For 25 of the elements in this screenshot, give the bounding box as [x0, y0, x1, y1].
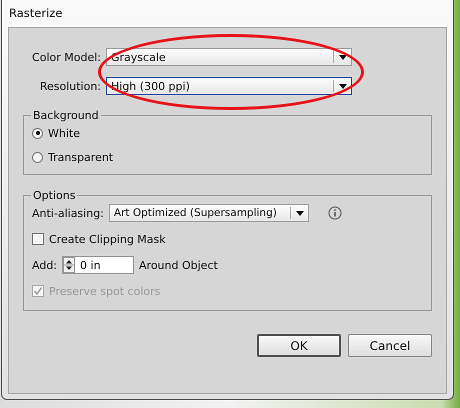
window-title: Rasterize [8, 5, 64, 22]
field-label: Color Model: [31, 50, 101, 64]
spin-field[interactable]: 0 in [62, 256, 134, 274]
info-icon[interactable] [328, 206, 342, 220]
radio-label: White [48, 126, 80, 140]
radio-button[interactable] [32, 128, 43, 138]
caret-icon [339, 84, 347, 88]
field-label: Add: [32, 258, 58, 272]
radio-button[interactable] [32, 152, 43, 162]
radio-label: Transparent [48, 150, 114, 164]
spinner-arrows-icon[interactable] [63, 257, 76, 273]
caret-icon [339, 54, 347, 60]
dialog-button[interactable]: Cancel [348, 334, 432, 357]
field-label: Anti-aliasing: [32, 206, 104, 220]
group-title: Options [32, 189, 76, 202]
dialog-button[interactable]: OK [257, 334, 341, 357]
dropdown[interactable]: High (300 ppi) [106, 77, 352, 95]
checkbox-label: Preserve spot colors [49, 284, 160, 298]
checkbox-label: Create Clipping Mask [49, 232, 166, 246]
field-label: Resolution: [38, 80, 101, 92]
group-title: Background [32, 109, 100, 122]
field-suffix: Around Object [139, 258, 218, 272]
dropdown[interactable]: Art Optimized (Supersampling) [108, 204, 309, 222]
checkbox[interactable] [32, 233, 44, 245]
caret-icon [296, 210, 304, 216]
